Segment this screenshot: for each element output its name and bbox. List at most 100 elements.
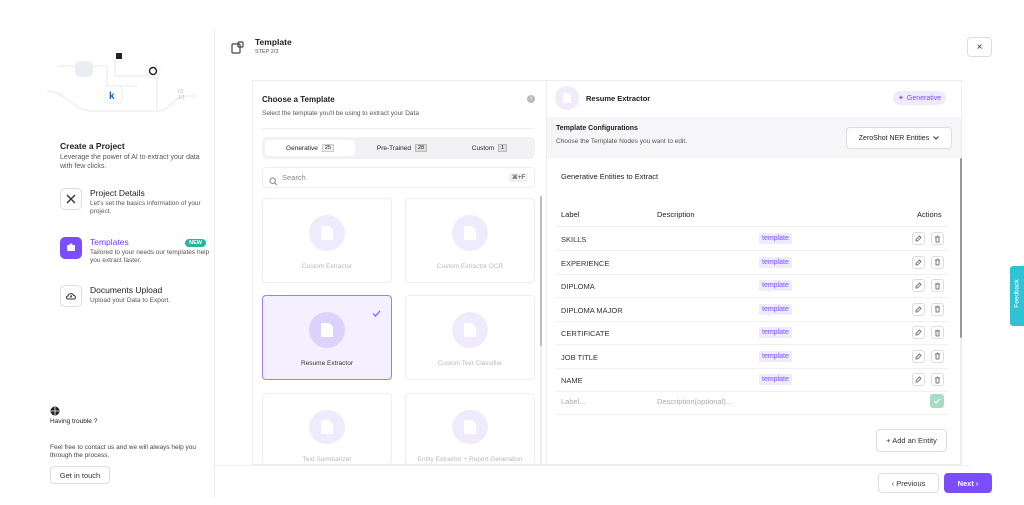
entity-row: NAME template: [556, 369, 948, 392]
create-project-subtitle: Leverage the power of AI to extract your…: [60, 154, 200, 170]
help-globe-icon: [50, 403, 60, 416]
entity-tag: template: [759, 327, 792, 338]
template-card-entity-extractor-report[interactable]: Entity Extractor + Report Generation: [405, 393, 535, 465]
help-title: Having trouble ?: [50, 418, 98, 425]
footer-divider: [215, 465, 970, 466]
template-card-label: Custom Extractor OCR: [436, 263, 504, 270]
details-scrollbar[interactable]: [960, 158, 962, 465]
config-subtitle: Choose the Template Nodes you want to ed…: [556, 138, 688, 145]
feedback-label: Feedback: [1013, 279, 1021, 308]
step-templates[interactable]: Templates Tailored to your needs our tem…: [60, 237, 210, 265]
trash-icon[interactable]: [931, 232, 944, 245]
close-button[interactable]: ×: [967, 37, 992, 57]
document-icon: [309, 215, 345, 251]
svg-text:k: k: [109, 91, 115, 102]
previous-button[interactable]: ‹ Previous: [878, 473, 939, 493]
entity-label: CERTIFICATE: [561, 329, 610, 338]
choose-template-title: Choose a Template: [262, 95, 335, 104]
choose-template-subtitle: Select the template you'll be using to e…: [262, 110, 419, 117]
divider: [556, 226, 948, 227]
next-button[interactable]: Next ›: [944, 473, 992, 493]
tab-label: Custom: [471, 144, 495, 152]
step-title: Documents Upload: [90, 285, 163, 295]
edit-icon[interactable]: [912, 373, 925, 386]
tab-pre-trained[interactable]: Pre-Trained 28: [357, 140, 447, 156]
config-title: Template Configurations: [556, 125, 638, 132]
template-card-label: Entity Extractor + Report Generation: [417, 456, 523, 463]
edit-icon[interactable]: [912, 326, 925, 339]
cloud-upload-icon: [60, 285, 82, 307]
tab-custom[interactable]: Custom 1: [447, 140, 532, 156]
trash-icon[interactable]: [931, 326, 944, 339]
edit-icon[interactable]: [912, 302, 925, 316]
node-dropdown-value: ZeroShot NER Entities: [858, 134, 930, 142]
column-actions: Actions: [917, 210, 942, 219]
edit-icon[interactable]: [912, 232, 925, 245]
add-entity-button[interactable]: + Add an Entity: [876, 429, 947, 452]
trash-icon[interactable]: [931, 302, 944, 316]
divider: [262, 128, 535, 129]
entity-tag: template: [759, 280, 792, 291]
entity-tag: template: [759, 233, 792, 244]
generative-badge-label: Generative: [906, 94, 942, 102]
entity-tag: template: [759, 374, 792, 385]
edit-icon[interactable]: [912, 349, 925, 363]
entity-label: DIPLOMA: [561, 282, 595, 291]
feedback-tab[interactable]: Feedback: [1010, 266, 1024, 326]
trash-icon[interactable]: [931, 373, 944, 386]
create-project-title: Create a Project: [60, 141, 125, 151]
template-card-label: Custom Text Classifier: [437, 360, 503, 367]
edit-icon[interactable]: [912, 279, 925, 292]
info-icon[interactable]: i: [527, 95, 535, 103]
step-documents-upload[interactable]: Documents Upload Upload your Data to Exp…: [60, 285, 210, 307]
template-card-label: Text Summarizer: [302, 456, 352, 463]
tab-count: 28: [414, 144, 428, 152]
help-text: Feel free to contact us and we will alwa…: [50, 444, 196, 459]
template-card-custom-extractor[interactable]: Custom Extractor: [262, 198, 392, 283]
get-in-touch-button[interactable]: Get in touch: [50, 466, 110, 484]
sidebar: k 01 1/1 Create a Project Leverage the p…: [35, 28, 215, 498]
step-indicator: STEP 2/3: [255, 49, 279, 55]
tab-count: 1: [498, 144, 508, 152]
trash-icon[interactable]: [931, 349, 944, 363]
template-card-custom-text-classifier[interactable]: Custom Text Classifier: [405, 295, 535, 380]
entity-label: SKILLS: [561, 235, 587, 244]
check-icon: [372, 304, 381, 322]
sparkle-icon: ✦: [898, 95, 904, 102]
confirm-entity-button[interactable]: [930, 394, 944, 408]
template-scrollbar[interactable]: [540, 196, 542, 465]
node-dropdown[interactable]: ZeroShot NER Entities: [846, 127, 952, 149]
tab-count: 25: [321, 144, 334, 152]
selected-template-name: Resume Extractor: [586, 94, 651, 103]
generative-badge: ✦ Generative: [893, 91, 947, 105]
entity-row: JOB TITLE template: [556, 346, 948, 369]
puzzle-icon: [60, 237, 82, 259]
new-label-input[interactable]: Label...: [561, 397, 586, 406]
edit-icon[interactable]: [912, 255, 925, 269]
template-card-resume-extractor[interactable]: Resume Extractor: [262, 295, 392, 380]
trash-icon[interactable]: [931, 279, 944, 292]
integrations-illustration: k 01 1/1: [47, 49, 197, 112]
entity-label: JOB TITLE: [561, 352, 598, 362]
tab-label: Generative: [286, 144, 318, 152]
step-project-details[interactable]: Project Details Let's set the basics inf…: [60, 188, 210, 216]
entity-row: EXPERIENCE template: [556, 252, 948, 275]
template-card-text-summarizer[interactable]: Text Summarizer: [262, 393, 392, 465]
search-icon: [269, 173, 278, 191]
template-card-label: Custom Extractor: [301, 263, 353, 270]
entity-label: NAME: [561, 376, 583, 385]
search-input[interactable]: Search ⌘+F: [262, 167, 535, 188]
step-desc: Tailored to your needs our templates hel…: [90, 249, 210, 264]
column-description: Description: [657, 210, 695, 219]
tab-generative[interactable]: Generative 25: [265, 140, 355, 156]
entity-row: CERTIFICATE template: [556, 322, 948, 345]
template-card-custom-extractor-ocr[interactable]: Custom Extractor OCR: [405, 198, 535, 283]
document-icon: [309, 312, 345, 348]
new-entity-row: Label... Description(optional)...: [556, 390, 948, 413]
search-shortcut: ⌘+F: [508, 173, 528, 182]
trash-icon[interactable]: [931, 255, 944, 269]
new-description-input[interactable]: Description(optional)...: [657, 397, 732, 406]
step-desc: Upload your Data to Export.: [90, 297, 171, 304]
svg-text:1/1: 1/1: [178, 95, 185, 101]
search-placeholder: Search: [282, 173, 306, 182]
